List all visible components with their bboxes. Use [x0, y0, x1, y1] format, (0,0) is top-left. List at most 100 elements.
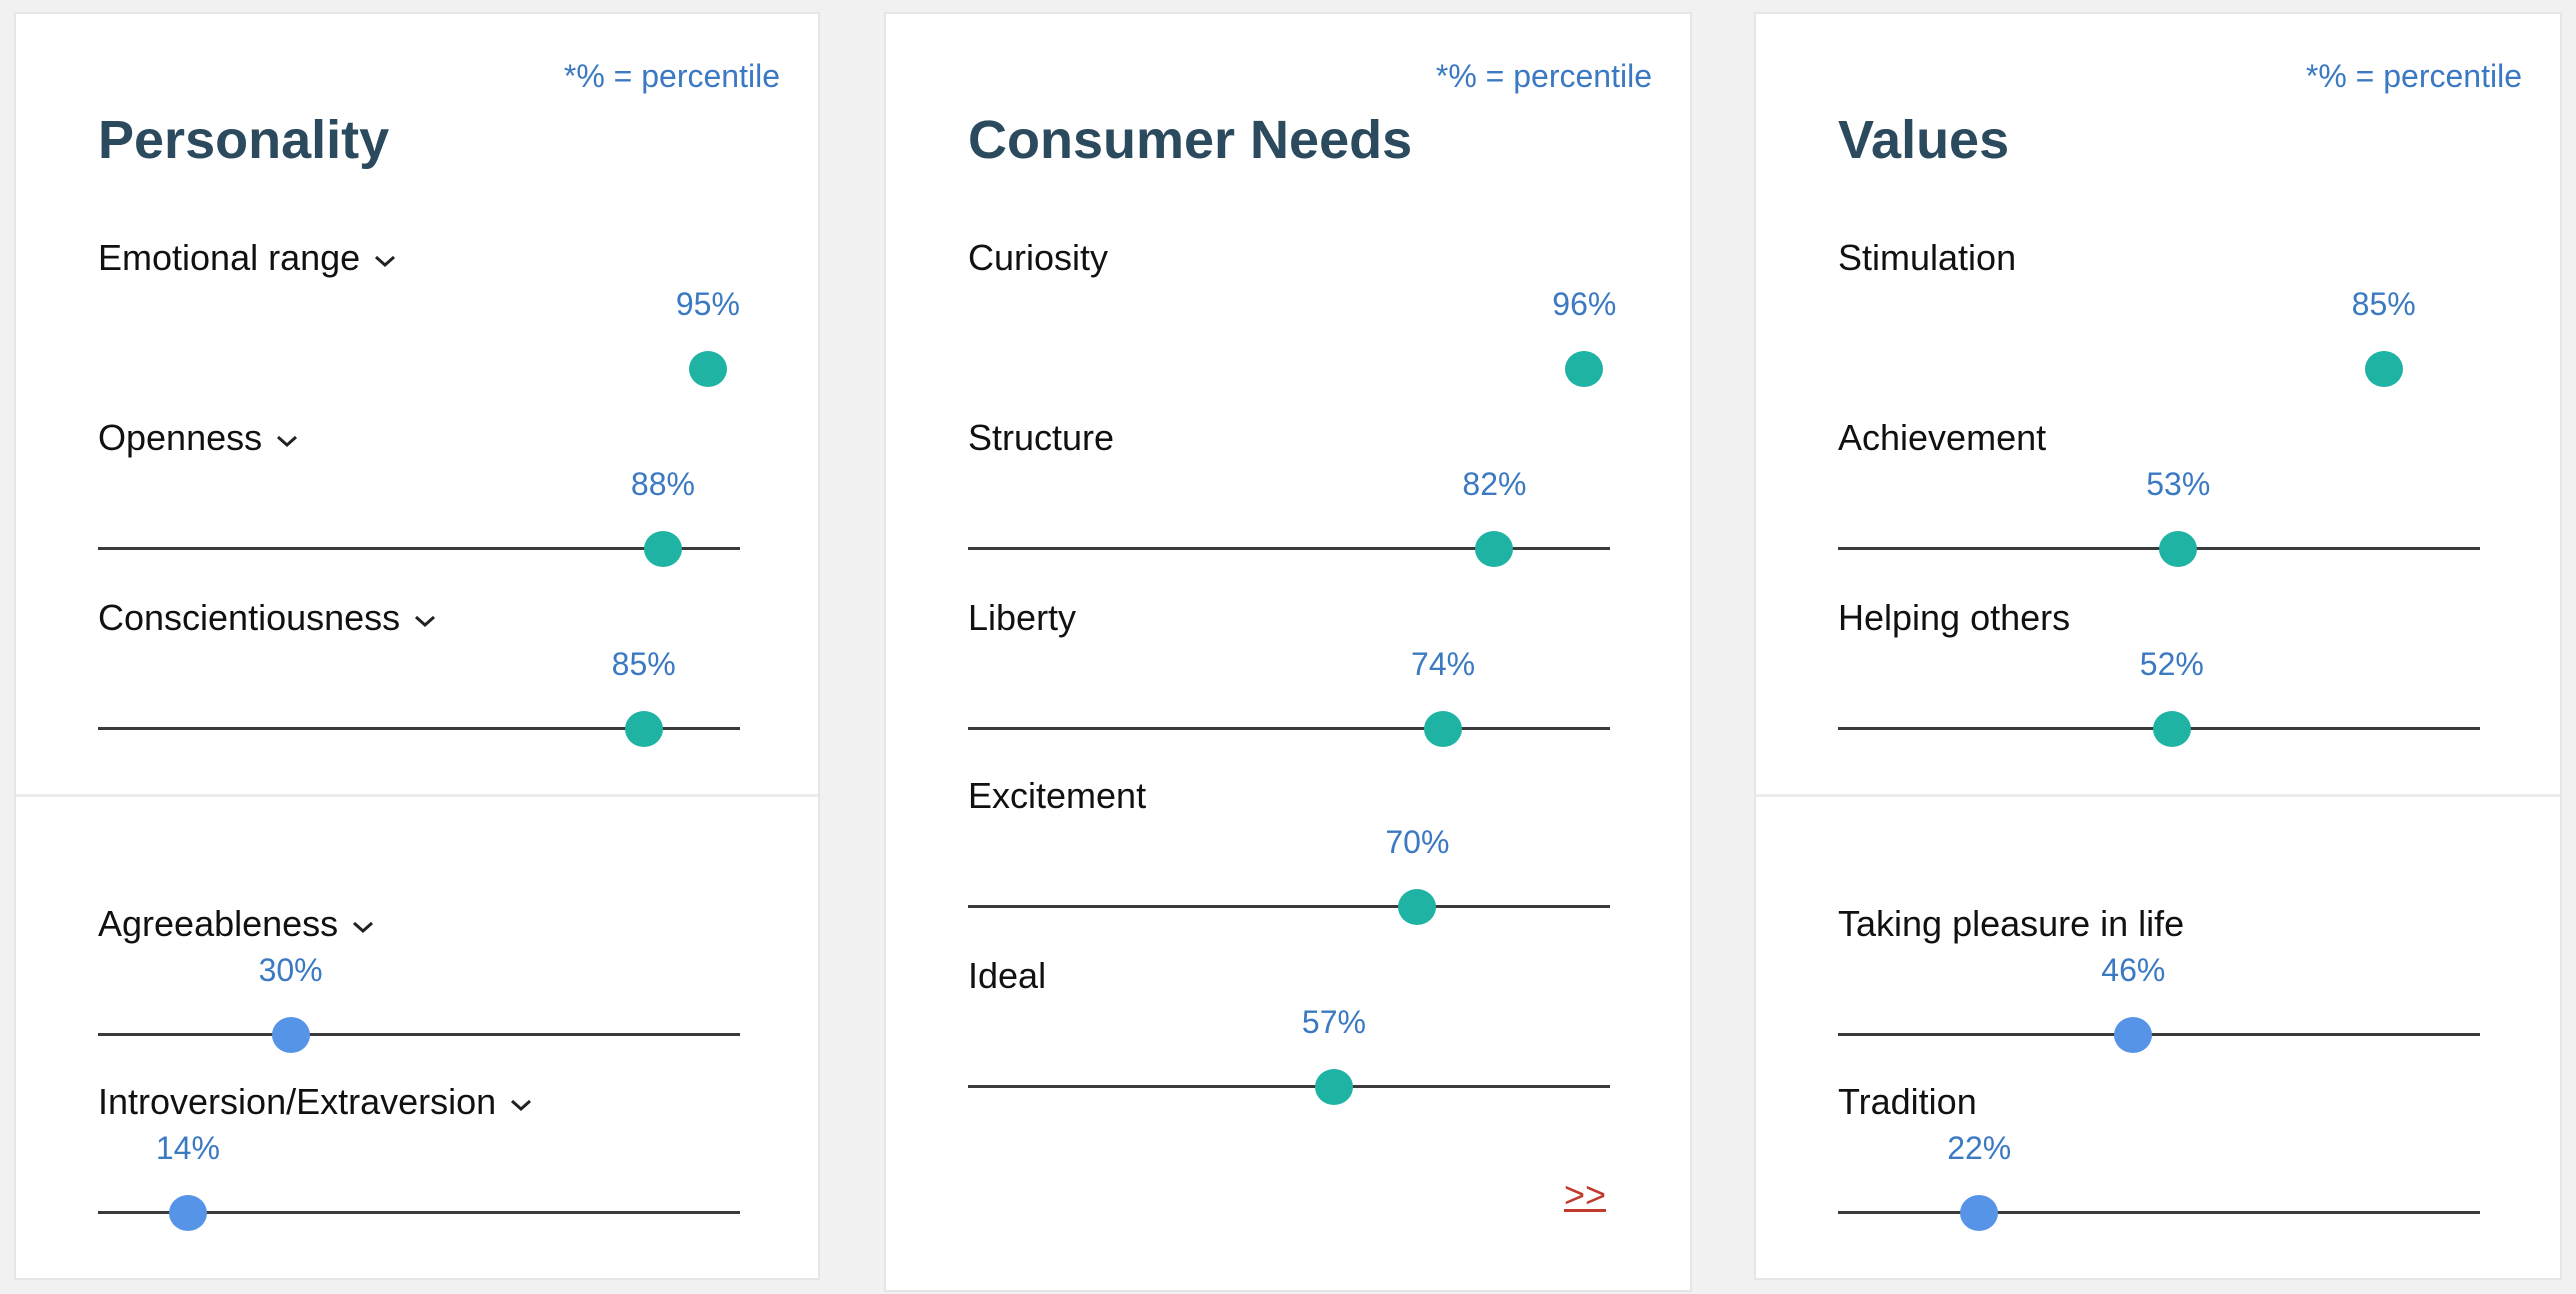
slider-handle[interactable] — [1424, 711, 1463, 747]
trait-slider: 88% — [98, 466, 740, 567]
percentile-value: 96% — [1552, 286, 1617, 322]
trait-header: Excitement — [968, 774, 1146, 817]
need-curiosity: Curiosity 96% — [968, 236, 1616, 406]
slider-track — [968, 727, 1610, 730]
need-structure: Structure 82% — [968, 416, 1610, 586]
slider-track — [1838, 1033, 2480, 1036]
slider-track — [968, 1085, 1610, 1088]
chevron-down-icon — [375, 255, 396, 267]
slider-track — [98, 1033, 740, 1036]
trait-toggle[interactable]: Introversion/Extraversion — [98, 1080, 532, 1123]
chevron-down-icon — [277, 435, 298, 447]
trait-slider: 22% — [1838, 1130, 2480, 1231]
trait-header: Achievement — [1838, 416, 2046, 459]
slider-track — [1838, 1211, 2480, 1214]
trait-slider: 52% — [1838, 646, 2480, 747]
section-divider — [1756, 794, 2560, 797]
need-liberty: Liberty 74% — [968, 596, 1610, 766]
slider-handle[interactable] — [1960, 1195, 1999, 1231]
value-taking-pleasure-in-life: Taking pleasure in life 46% — [1838, 902, 2480, 1072]
value-achievement: Achievement 53% — [1838, 416, 2480, 586]
percentile-value: 30% — [258, 952, 323, 988]
card-title: Consumer Needs — [968, 110, 1413, 170]
slider-handle[interactable] — [1565, 351, 1604, 387]
trait-slider: 95% — [98, 286, 740, 387]
trait-introversion-extraversion: Introversion/Extraversion 14% — [98, 1080, 740, 1250]
trait-label: Emotional range — [98, 237, 361, 278]
percentile-value: 22% — [1947, 1130, 2012, 1166]
trait-slider: 70% — [968, 824, 1610, 925]
slider-handle[interactable] — [1398, 889, 1437, 925]
trait-toggle[interactable]: Conscientiousness — [98, 596, 436, 639]
slider-handle[interactable] — [688, 351, 727, 387]
trait-label: Ideal — [968, 955, 1047, 996]
percentile-value: 46% — [2101, 952, 2166, 988]
trait-slider: 14% — [98, 1130, 740, 1231]
trait-header: Structure — [968, 416, 1114, 459]
trait-toggle[interactable]: Openness — [98, 416, 298, 459]
slider-handle[interactable] — [2364, 351, 2403, 387]
trait-label: Agreeableness — [98, 903, 339, 944]
percentile-value: 74% — [1411, 646, 1476, 682]
trait-label: Introversion/Extraversion — [98, 1081, 497, 1122]
trait-label: Liberty — [968, 597, 1077, 638]
slider-track — [968, 905, 1610, 908]
trait-label: Conscientiousness — [98, 597, 401, 638]
trait-label: Structure — [968, 417, 1115, 458]
slider-handle[interactable] — [643, 531, 682, 567]
trait-slider: 57% — [968, 1004, 1610, 1105]
trait-openness: Openness 88% — [98, 416, 740, 586]
trait-label: Helping others — [1838, 597, 2071, 638]
section-divider — [16, 794, 818, 797]
percentile-value: 85% — [2351, 286, 2416, 322]
percentile-value: 14% — [155, 1130, 220, 1166]
trait-header: Curiosity — [968, 236, 1108, 279]
trait-toggle[interactable]: Agreeableness — [98, 902, 374, 945]
values-card: *% = percentile Values Stimulation 85% A… — [1754, 12, 2562, 1280]
trait-header: Ideal — [968, 954, 1046, 997]
trait-label: Taking pleasure in life — [1838, 903, 2185, 944]
more-link[interactable]: >> — [1564, 1174, 1606, 1216]
chevron-down-icon — [353, 921, 374, 933]
trait-toggle[interactable]: Emotional range — [98, 236, 396, 279]
slider-handle[interactable] — [1314, 1069, 1353, 1105]
slider-handle[interactable] — [2152, 711, 2191, 747]
trait-slider: 96% — [968, 286, 1616, 387]
trait-slider: 74% — [968, 646, 1610, 747]
trait-slider: 85% — [1838, 286, 2480, 387]
percentile-value: 95% — [675, 286, 740, 322]
trait-emotional-range: Emotional range 95% — [98, 236, 740, 406]
trait-label: Tradition — [1838, 1081, 1977, 1122]
slider-handle[interactable] — [2159, 531, 2198, 567]
slider-track — [968, 547, 1610, 550]
trait-agreeableness: Agreeableness 30% — [98, 902, 740, 1072]
percentile-value: 88% — [630, 466, 695, 502]
percentile-value: 57% — [1301, 1004, 1366, 1040]
consumer-needs-card: *% = percentile Consumer Needs Curiosity… — [884, 12, 1692, 1292]
value-tradition: Tradition 22% — [1838, 1080, 2480, 1250]
trait-header: Helping others — [1838, 596, 2070, 639]
chevron-down-icon — [511, 1099, 532, 1111]
percentile-value: 53% — [2146, 466, 2211, 502]
slider-handle[interactable] — [1475, 531, 1514, 567]
trait-header: Liberty — [968, 596, 1076, 639]
trait-slider: 46% — [1838, 952, 2480, 1053]
value-stimulation: Stimulation 85% — [1838, 236, 2480, 406]
personality-card: *% = percentile Personality Emotional ra… — [14, 12, 820, 1280]
slider-handle[interactable] — [271, 1017, 310, 1053]
trait-slider: 30% — [98, 952, 740, 1053]
trait-label: Achievement — [1838, 417, 2047, 458]
percentile-note: *% = percentile — [563, 58, 780, 94]
trait-label: Openness — [98, 417, 263, 458]
percentile-value: 85% — [611, 646, 676, 682]
trait-slider: 53% — [1838, 466, 2480, 567]
slider-handle[interactable] — [168, 1195, 207, 1231]
trait-conscientiousness: Conscientiousness 85% — [98, 596, 740, 766]
percentile-value: 82% — [1462, 466, 1527, 502]
card-title: Values — [1838, 110, 2010, 170]
card-title: Personality — [98, 110, 390, 170]
trait-header: Tradition — [1838, 1080, 1977, 1123]
need-excitement: Excitement 70% — [968, 774, 1610, 944]
slider-handle[interactable] — [624, 711, 663, 747]
slider-handle[interactable] — [2114, 1017, 2153, 1053]
